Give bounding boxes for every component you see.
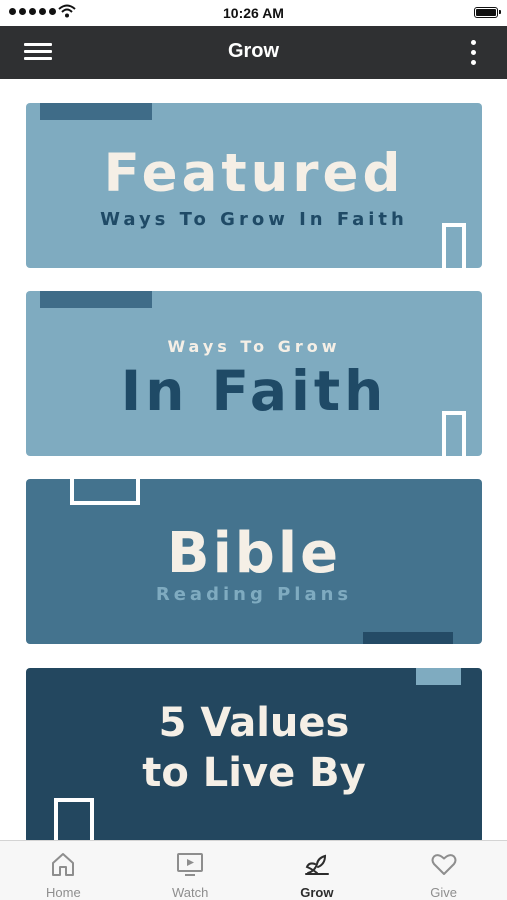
card-values[interactable]: 5 Values to Live By — [26, 668, 482, 840]
decor-bar — [40, 291, 152, 308]
decor-bar — [416, 668, 461, 685]
tab-bar: Home Watch Grow Give — [0, 840, 507, 900]
tab-give[interactable]: Give — [380, 841, 507, 900]
home-icon — [52, 853, 75, 876]
sprout-icon — [304, 854, 329, 875]
more-options-icon[interactable] — [465, 38, 481, 68]
nav-bar: Grow — [0, 26, 507, 79]
card-title: Featured — [103, 143, 405, 204]
tab-label: Grow — [300, 885, 334, 900]
card-title-line-1: 5 Values — [158, 700, 350, 746]
tab-home[interactable]: Home — [0, 841, 127, 900]
heart-icon — [431, 854, 457, 875]
card-title-line-2: to Live By — [142, 750, 366, 796]
content-list[interactable]: Featured Ways To Grow In Faith Ways To G… — [0, 79, 507, 840]
card-title: In Faith — [120, 359, 388, 423]
tv-icon — [177, 853, 204, 876]
decor-bar — [363, 632, 453, 644]
card-subtitle: Reading Plans — [155, 584, 353, 605]
tab-grow[interactable]: Grow — [254, 841, 381, 900]
decor-bar — [40, 103, 152, 120]
card-subtitle: Ways To Grow — [167, 337, 341, 356]
decor-outline — [54, 798, 94, 840]
tab-label: Give — [430, 885, 457, 900]
card-featured[interactable]: Featured Ways To Grow In Faith — [26, 103, 482, 268]
battery-icon — [474, 7, 501, 18]
status-bar: 10:26 AM — [0, 0, 507, 26]
card-title: Bible — [166, 521, 342, 586]
card-in-faith[interactable]: Ways To Grow In Faith — [26, 291, 482, 456]
page-title: Grow — [227, 40, 280, 62]
card-subtitle: Ways To Grow In Faith — [100, 209, 408, 230]
status-time: 10:26 AM — [223, 5, 284, 21]
tab-label: Home — [46, 885, 81, 900]
tab-label: Watch — [171, 885, 209, 900]
decor-outline — [70, 479, 140, 505]
tab-watch[interactable]: Watch — [127, 841, 254, 900]
card-bible[interactable]: Bible Reading Plans — [26, 479, 482, 644]
